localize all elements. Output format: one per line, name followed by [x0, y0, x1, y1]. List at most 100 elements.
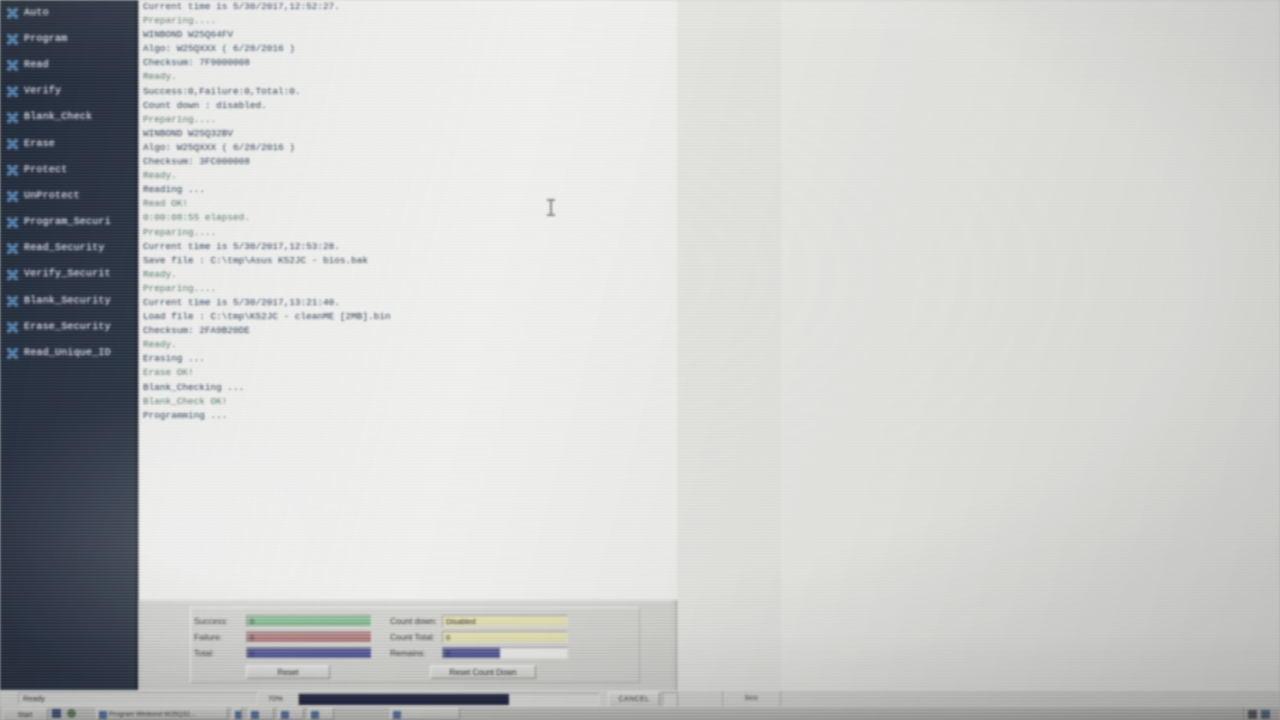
log-line: Current time is 5/30/2017,12:53:28. [143, 240, 340, 252]
sidebar-item-auto[interactable]: Auto [0, 0, 136, 26]
log-panel[interactable]: Current time is 5/30/2017,12:52:27. Prepa… [138, 0, 677, 600]
counter-label: Total: [194, 647, 215, 658]
log-line: Checksum: 2FA9B20DE [143, 325, 250, 337]
log-line: Preparing.... [143, 113, 217, 125]
sidebar-item-program-security[interactable]: Program_Securi [0, 210, 136, 236]
log-line: Reading ... [143, 184, 205, 196]
counter-label: Count Total: [390, 631, 435, 642]
taskbar-item[interactable] [308, 708, 334, 720]
operation-icon [7, 138, 18, 150]
operations-list: Auto Program Read Verify Blank_Check Era… [0, 0, 136, 367]
system-tray[interactable] [1243, 708, 1278, 720]
taskbar-item[interactable] [278, 708, 304, 720]
taskbar-item[interactable] [232, 708, 242, 720]
counter-value: 0 [250, 648, 255, 658]
cancel-button[interactable]: CANCEL [608, 692, 660, 707]
sidebar-item-program[interactable]: Program [0, 26, 136, 52]
log-line: Success:0,Failure:0,Total:0. [143, 85, 301, 97]
divider [722, 691, 723, 707]
counter-value: Disabled [446, 616, 476, 626]
sidebar-item-verify[interactable]: Verify [0, 79, 136, 105]
sidebar-item-label: Blank_Security [24, 295, 111, 307]
operation-icon [7, 321, 18, 333]
counter-bar [443, 631, 567, 642]
counter-label: Count down: [390, 615, 438, 626]
log-line: Preparing.... [143, 282, 217, 294]
operation-icon [7, 190, 18, 202]
sidebar-item-erase-security[interactable]: Erase_Security [0, 314, 136, 340]
log-line: Save file : C:\tmp\Asus K52JC - bios.bak [143, 254, 369, 266]
log-line: Preparing.... [143, 226, 217, 238]
sidebar-item-label: Program [24, 33, 68, 45]
taskbar-item[interactable] [390, 708, 460, 720]
counter-field-failure: 0 [246, 630, 372, 643]
photographed-monitor: 05.2017 15:04 ... 05.2017 16:03 ... 05.2… [0, 0, 1280, 720]
counter-bar [247, 631, 371, 642]
operation-icon [7, 33, 18, 45]
sidebar-item-read-unique-id[interactable]: Read_Unique_ID [0, 340, 136, 366]
divider [780, 691, 781, 707]
log-line: Programming ... [143, 409, 228, 421]
quick-launch [52, 709, 76, 718]
log-line: Checksum: 7F9000008 [143, 57, 250, 69]
resize-grip-icon[interactable] [662, 692, 678, 707]
log-lines: Current time is 5/30/2017,12:52:27. Prepa… [143, 0, 673, 423]
log-line: Blank_Check OK! [143, 395, 228, 407]
counter-bar [443, 647, 501, 658]
operations-sidebar: Auto Program Read Verify Blank_Check Era… [0, 0, 138, 690]
operation-icon [7, 7, 18, 19]
log-line: Checksum: 3FC000008 [143, 156, 250, 168]
taskbar: Start Program Winbond W25Q32... [0, 706, 1280, 720]
log-line: Algo: W25QXXX ( 6/28/2016 ) [143, 141, 295, 153]
counter-row-count-down: Count down: Disabled [390, 614, 568, 627]
log-line: Ready. [143, 170, 177, 182]
log-line: Ready. [143, 268, 177, 280]
log-line: Current time is 5/30/2017,12:52:27. [143, 1, 340, 12]
log-line: Preparing.... [143, 15, 217, 27]
counter-row-success: Success: 0 [194, 614, 372, 627]
taskbar-item-programmer[interactable]: Program Winbond W25Q32... [96, 708, 228, 720]
operation-icon [7, 243, 18, 255]
start-button[interactable]: Start [2, 708, 48, 720]
background-pane-dates[interactable]: 05.2017 15:04 ... 05.2017 16:03 ... 05.2… [676, 0, 782, 690]
background-pane-files[interactable]: K52JC - cleanME prog K52Jx-A52?Hi [781, 0, 1280, 690]
sidebar-item-erase[interactable]: Erase [0, 131, 136, 157]
sidebar-item-label: Read_Unique_ID [24, 348, 111, 360]
log-line: Erase OK! [143, 367, 194, 379]
sidebar-item-label: Read [24, 59, 49, 71]
sidebar-item-protect[interactable]: Protect [0, 157, 136, 183]
counter-value: 0 [250, 616, 255, 626]
log-line: Load file : C:\tmp\K52JC - cleanME [2MB]… [143, 311, 391, 323]
log-line: Algo: W25QXXX ( 6/28/2016 ) [143, 43, 295, 55]
reset-count-down-button[interactable]: Reset Count Down [430, 665, 536, 679]
sidebar-item-label: Program_Securi [24, 217, 111, 229]
progress-percent-label: 70% [268, 694, 283, 703]
sidebar-item-verify-security[interactable]: Verify_Securit [0, 262, 136, 288]
counter-row-count-total: Count Total: 0 [390, 630, 568, 643]
sidebar-item-read-security[interactable]: Read_Security [0, 236, 136, 262]
sidebar-item-blank-check[interactable]: Blank_Check [0, 105, 136, 131]
operation-icon [7, 217, 18, 229]
sidebar-item-label: Blank_Check [24, 112, 93, 124]
sidebar-item-unprotect[interactable]: UnProtect [0, 183, 136, 209]
reset-button[interactable]: Reset [246, 665, 330, 679]
operation-icon [7, 269, 18, 281]
counters-panel: Success: 0 Failure: 0 Total: 0 Reset Cou… [142, 601, 672, 690]
sidebar-item-label: Verify [24, 86, 62, 98]
counter-row-failure: Failure: 0 [194, 630, 372, 643]
log-line: Ready. [143, 339, 177, 351]
text-cursor-icon [547, 199, 555, 216]
explorer-icon[interactable] [52, 709, 61, 718]
sidebar-item-read[interactable]: Read [0, 52, 136, 78]
progress-bar-fill [299, 694, 509, 705]
counter-label: Remains: [390, 647, 426, 658]
tray-icon[interactable] [1248, 709, 1257, 719]
tray-icon[interactable] [1261, 709, 1270, 719]
counter-bar [247, 647, 371, 658]
sidebar-item-blank-security[interactable]: Blank_Security [0, 288, 136, 314]
browser-icon[interactable] [67, 709, 76, 718]
taskbar-item[interactable] [248, 708, 274, 720]
counter-row-remains: Remains: 0 [390, 646, 568, 659]
counter-label: Success: [194, 615, 228, 626]
sidebar-item-label: Protect [24, 164, 68, 176]
